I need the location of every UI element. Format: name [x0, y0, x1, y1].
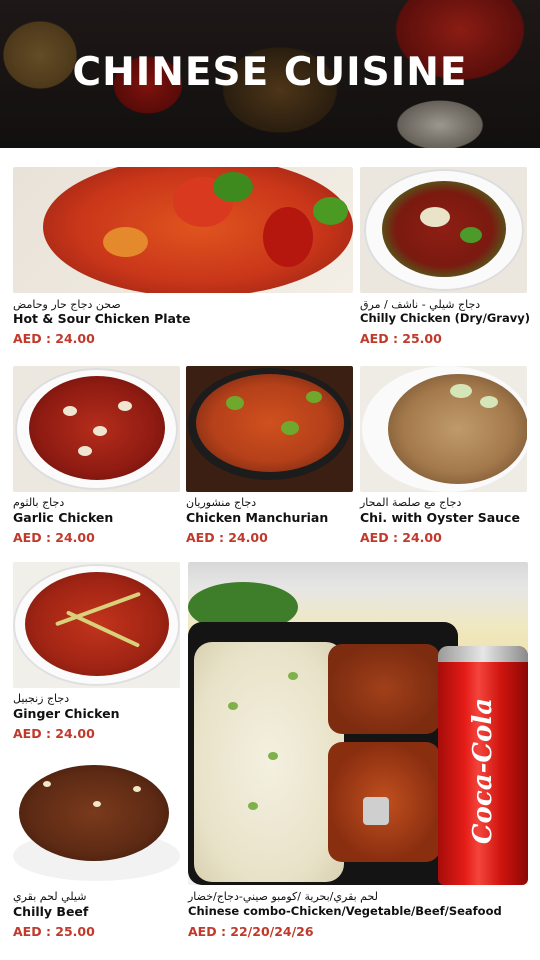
item-arabic-name: دجاج بالثوم [13, 496, 65, 509]
item-price: AED : 22/20/24/26 [188, 924, 314, 939]
chilly-chicken-photo [360, 167, 527, 293]
item-price: AED : 24.00 [13, 331, 95, 346]
chilly-beef-photo [13, 761, 180, 885]
ginger-chicken-photo [13, 562, 180, 688]
chinese-combo-photo: Coca-Cola [188, 562, 528, 885]
item-arabic-name: دجاج مع صلصة المحار [360, 496, 462, 509]
hot-sour-chicken-photo [13, 167, 353, 293]
item-name: Chi. with Oyster Sauce [360, 510, 520, 525]
item-name: Chicken Manchurian [186, 510, 329, 525]
item-name: Chilly Beef [13, 904, 89, 919]
item-price: AED : 24.00 [360, 530, 442, 545]
item-arabic-name: دجاج شيلي - ناشف / مرق [360, 298, 481, 311]
chicken-manchurian-photo [186, 366, 353, 492]
item-arabic-name: صحن دجاج حار وحامض [13, 298, 121, 311]
item-name: Hot & Sour Chicken Plate [13, 311, 191, 326]
oyster-sauce-chicken-photo [360, 366, 527, 492]
garlic-chicken-photo [13, 366, 180, 492]
item-name: Chinese combo-Chicken/Vegetable/Beef/Sea… [188, 904, 502, 918]
cola-can: Coca-Cola [438, 646, 528, 885]
item-arabic-name: شيلي لحم بقري [13, 890, 87, 903]
item-price: AED : 24.00 [186, 530, 268, 545]
item-arabic-name: دجاج زنجبيل [13, 692, 70, 705]
item-price: AED : 25.00 [360, 331, 442, 346]
item-price: AED : 24.00 [13, 726, 95, 741]
item-arabic-name: دجاج منشوريان [186, 496, 257, 509]
item-price: AED : 24.00 [13, 530, 95, 545]
item-name: Ginger Chicken [13, 706, 120, 721]
item-price: AED : 25.00 [13, 924, 95, 939]
page-title: CHINESE CUISINE [72, 50, 468, 95]
item-name: Chilly Chicken (Dry/Gravy) [360, 311, 530, 325]
item-arabic-name: لحم بقري/بحرية /كومبو صيني-دجاج/خضار [188, 890, 378, 903]
item-name: Garlic Chicken [13, 510, 114, 525]
cola-logo: Coca-Cola [468, 697, 498, 845]
